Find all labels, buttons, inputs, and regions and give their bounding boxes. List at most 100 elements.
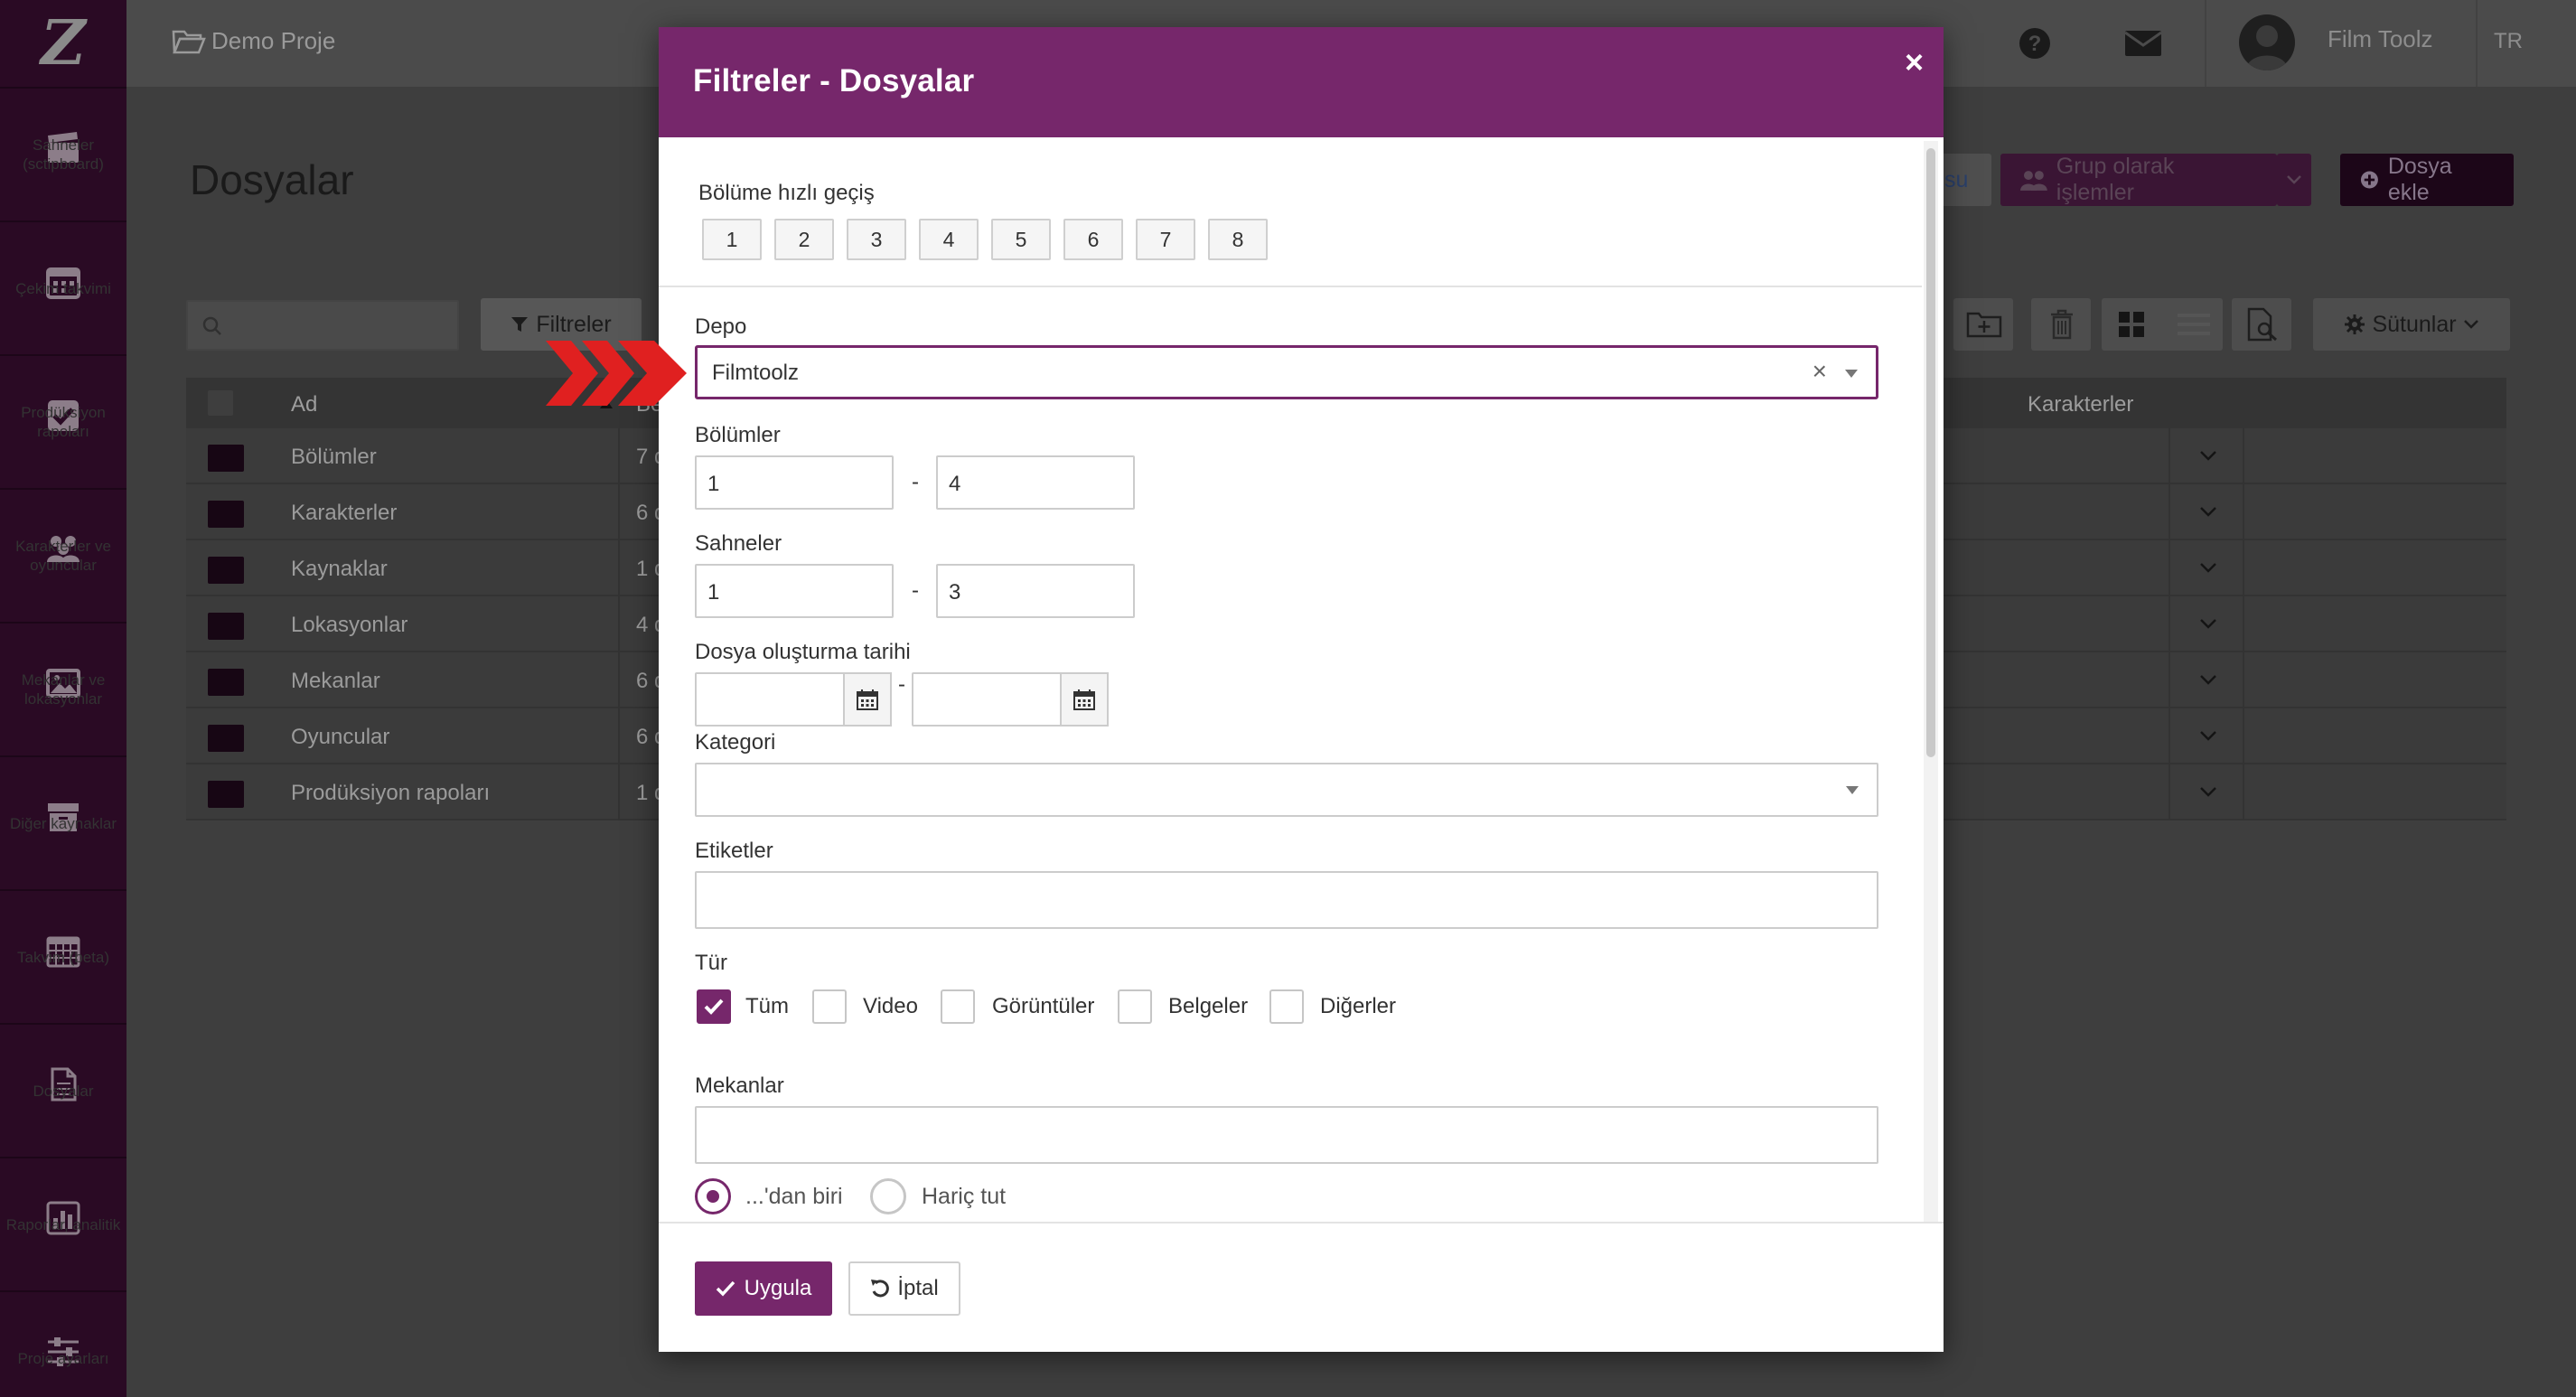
- modal-title: Filtreler - Dosyalar: [693, 63, 975, 98]
- modal-scrollbar-thumb[interactable]: [1926, 148, 1935, 757]
- help-icon[interactable]: ?: [2019, 27, 2051, 60]
- chevron-down-icon[interactable]: [2197, 501, 2219, 522]
- chevron-down-icon: [2463, 320, 2478, 329]
- quick-jump-button-4[interactable]: 4: [919, 219, 979, 260]
- etiketler-input[interactable]: [695, 871, 1878, 929]
- new-folder-button[interactable]: [1953, 298, 2013, 351]
- mekanlar-label: Mekanlar: [695, 1074, 784, 1098]
- chevron-down-icon[interactable]: [2197, 725, 2219, 746]
- sidebar-item-label: Proje ayarları: [17, 1349, 109, 1367]
- bolumler-from-input[interactable]: 1: [695, 455, 894, 510]
- partial-header-button[interactable]: su: [1935, 154, 1991, 206]
- avatar[interactable]: [2239, 14, 2295, 70]
- mekanlar-input[interactable]: [695, 1106, 1878, 1164]
- add-file-button[interactable]: Dosya ekle: [2340, 154, 2514, 206]
- sidebar: Z Sahneler (sctipboard) Çekim takvimi Pr…: [0, 0, 126, 1397]
- depo-select[interactable]: Filmtoolz ×: [695, 345, 1878, 399]
- folder-icon: [208, 557, 244, 584]
- tur-all-checkbox[interactable]: [697, 989, 731, 1024]
- etiketler-label: Etiketler: [695, 839, 773, 863]
- group-ops-button[interactable]: Grup olarak işlemler: [2000, 154, 2277, 206]
- tur-documents-checkbox[interactable]: [1118, 989, 1152, 1024]
- delete-button[interactable]: [2031, 298, 2091, 351]
- columns-button[interactable]: Sütunlar: [2313, 298, 2510, 351]
- search-input[interactable]: [186, 300, 459, 351]
- trash-icon: [2051, 309, 2073, 340]
- language-switch[interactable]: TR: [2494, 29, 2523, 54]
- select-all-checkbox[interactable]: [208, 390, 233, 416]
- grid-view-icon[interactable]: [2118, 311, 2145, 338]
- sidebar-item-project-settings[interactable]: Proje ayarları: [0, 1292, 126, 1397]
- sahneler-to-input[interactable]: 3: [936, 564, 1135, 618]
- sahneler-from-input[interactable]: 1: [695, 564, 894, 618]
- column-header-characters[interactable]: Karakterler: [2028, 392, 2133, 417]
- users-icon: [2020, 171, 2047, 191]
- quick-jump-button-8[interactable]: 8: [1208, 219, 1268, 260]
- mekanlar-exclude-radio[interactable]: [870, 1178, 906, 1214]
- sidebar-item-characters[interactable]: Karakterler ve oyuncular: [0, 490, 126, 623]
- gear-icon: [2345, 314, 2365, 334]
- chevron-down-icon[interactable]: [2197, 445, 2219, 466]
- folder-icon: [208, 613, 244, 640]
- bolumler-to-input[interactable]: 4: [936, 455, 1135, 510]
- undo-icon: [871, 1280, 890, 1298]
- filters-modal: Filtreler - Dosyalar × Bölüme hızlı geçi…: [659, 27, 1944, 1352]
- date-to-calendar-button[interactable]: [1060, 672, 1109, 727]
- quick-jump-button-6[interactable]: 6: [1063, 219, 1123, 260]
- sidebar-item-locations[interactable]: Mekanlar ve lokasyonlar: [0, 623, 126, 757]
- tur-others-checkbox[interactable]: [1269, 989, 1304, 1024]
- quick-jump-button-5[interactable]: 5: [991, 219, 1051, 260]
- sidebar-item-reports[interactable]: Raporlar, analitik: [0, 1158, 126, 1292]
- date-from-input[interactable]: [695, 672, 845, 727]
- mekanlar-any-radio[interactable]: [695, 1178, 731, 1214]
- kategori-label: Kategori: [695, 730, 776, 755]
- quick-jump-button-1[interactable]: 1: [702, 219, 762, 260]
- clear-icon[interactable]: ×: [1813, 357, 1827, 386]
- mail-icon[interactable]: [2125, 31, 2161, 56]
- modal-footer: Uygula İptal: [659, 1222, 1944, 1352]
- quick-jump-button-3[interactable]: 3: [847, 219, 906, 260]
- svg-text:?: ?: [2028, 32, 2042, 56]
- sidebar-item-label: Mekanlar ve lokasyonlar: [21, 671, 106, 708]
- sidebar-item-scenes[interactable]: Sahneler (sctipboard): [0, 89, 126, 222]
- date-from-calendar-button[interactable]: [843, 672, 892, 727]
- check-icon: [704, 999, 724, 1015]
- folder-icon: [208, 725, 244, 752]
- list-view-icon[interactable]: [2178, 313, 2210, 336]
- chevron-down-icon[interactable]: [2197, 557, 2219, 578]
- tur-video-checkbox[interactable]: [812, 989, 847, 1024]
- quick-jump-button-7[interactable]: 7: [1136, 219, 1195, 260]
- sidebar-item-shooting-schedule[interactable]: Çekim takvimi: [0, 222, 126, 356]
- sidebar-item-label: Sahneler (sctipboard): [23, 136, 104, 173]
- preview-button[interactable]: [2232, 298, 2291, 351]
- app-logo[interactable]: Z: [0, 0, 126, 89]
- divider: [659, 286, 1922, 287]
- close-icon[interactable]: ×: [1905, 43, 1924, 81]
- quick-jump-button-2[interactable]: 2: [774, 219, 834, 260]
- date-to-input[interactable]: [912, 672, 1062, 727]
- column-header-name[interactable]: Ad: [291, 392, 317, 417]
- apply-button[interactable]: Uygula: [695, 1261, 832, 1316]
- chevron-down-icon[interactable]: [2197, 669, 2219, 690]
- folder-icon: [208, 781, 244, 808]
- tur-images-checkbox[interactable]: [941, 989, 975, 1024]
- breadcrumb[interactable]: Demo Proje: [172, 27, 335, 55]
- cancel-button[interactable]: İptal: [848, 1261, 960, 1316]
- calendar-icon: [1073, 689, 1095, 710]
- group-ops-dropdown[interactable]: [2277, 154, 2311, 206]
- user-name[interactable]: Film Toolz: [2328, 25, 2433, 53]
- sidebar-item-calendar-beta[interactable]: Takvim (beta): [0, 891, 126, 1025]
- chevron-down-icon[interactable]: [2197, 613, 2219, 634]
- search-icon: [202, 316, 221, 335]
- kategori-select[interactable]: [695, 763, 1878, 817]
- chevron-down-icon[interactable]: [2197, 781, 2219, 802]
- bolumler-label: Bölümler: [695, 423, 781, 447]
- sidebar-item-other-resources[interactable]: Diğer kaynaklar: [0, 757, 126, 891]
- sidebar-item-production-reports[interactable]: Prodüksiyon rapoları: [0, 356, 126, 490]
- range-separator: -: [912, 578, 919, 603]
- filter-icon: [511, 317, 529, 332]
- sidebar-item-files[interactable]: Dosyalar: [0, 1025, 126, 1158]
- modal-header: Filtreler - Dosyalar ×: [659, 27, 1944, 137]
- sidebar-item-label: Diğer kaynaklar: [9, 814, 117, 832]
- view-toggle[interactable]: [2102, 298, 2223, 351]
